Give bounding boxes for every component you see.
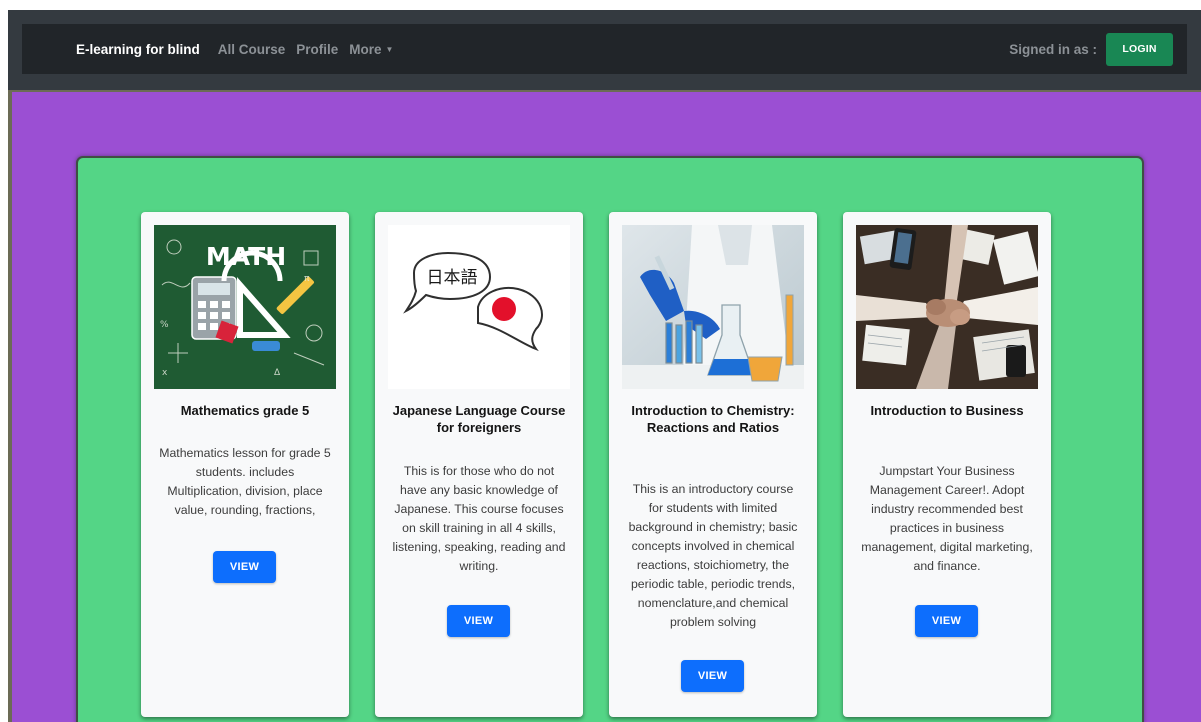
course-title: Introduction to Business bbox=[870, 403, 1024, 418]
login-button[interactable]: LOGIN bbox=[1106, 32, 1173, 66]
course-description: This is for those who do not have any ba… bbox=[392, 464, 566, 573]
signed-in-label: Signed in as : bbox=[1009, 41, 1097, 57]
view-button-chemistry[interactable]: VIEW bbox=[681, 660, 744, 692]
course-title: Introduction to Chemistry: Reactions and… bbox=[631, 403, 795, 435]
course-card-chemistry: Introduction to Chemistry: Reactions and… bbox=[609, 212, 817, 717]
course-card-mathematics: MATH % π x Δ Mathematics grade 5 Mathema… bbox=[141, 212, 349, 717]
svg-text:x: x bbox=[162, 368, 168, 378]
course-description: Jumpstart Your Business Management Caree… bbox=[861, 464, 1033, 573]
nav-profile[interactable]: Profile bbox=[296, 42, 338, 57]
nav-all-course[interactable]: All Course bbox=[218, 42, 286, 57]
course-card-japanese: 日本語 Japanese Language Course for foreign… bbox=[375, 212, 583, 717]
course-title: Japanese Language Course for foreigners bbox=[392, 403, 566, 435]
view-button-mathematics[interactable]: VIEW bbox=[213, 551, 276, 583]
chemistry-course-image bbox=[622, 225, 804, 389]
course-description: This is an introductory course for stude… bbox=[628, 482, 798, 629]
japanese-image-text: 日本語 bbox=[427, 268, 478, 288]
svg-text:Δ: Δ bbox=[274, 368, 281, 378]
nav-more-label: More bbox=[349, 41, 382, 57]
view-button-business[interactable]: VIEW bbox=[915, 605, 978, 637]
japanese-course-image: 日本語 bbox=[388, 225, 570, 389]
course-card-business: Introduction to Business Jumpstart Your … bbox=[843, 212, 1051, 717]
business-course-image bbox=[856, 225, 1038, 389]
navbar: E-learning for blind All Course Profile … bbox=[22, 24, 1187, 74]
view-button-japanese[interactable]: VIEW bbox=[447, 605, 510, 637]
brand-link[interactable]: E-learning for blind bbox=[76, 42, 200, 57]
caret-down-icon: ▼ bbox=[385, 44, 394, 54]
course-title: Mathematics grade 5 bbox=[180, 403, 310, 418]
course-description: Mathematics lesson for grade 5 students.… bbox=[159, 446, 331, 517]
nav-more-dropdown[interactable]: More ▼ bbox=[349, 42, 393, 57]
math-course-image: MATH % π x Δ bbox=[154, 225, 336, 389]
svg-text:%: % bbox=[160, 320, 169, 330]
svg-text:π: π bbox=[304, 274, 310, 284]
